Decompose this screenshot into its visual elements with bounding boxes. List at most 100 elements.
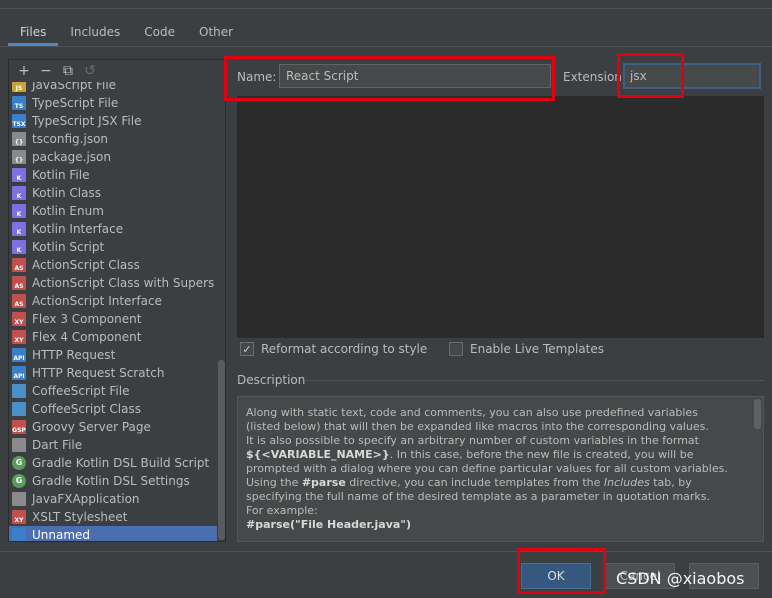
live-templates-label: Enable Live Templates bbox=[470, 342, 605, 356]
template-list-scrollbar[interactable] bbox=[218, 360, 225, 540]
template-item-label: Gradle Kotlin DSL Build Script bbox=[32, 456, 210, 470]
template-list[interactable]: JS JavaScript File TS TypeScript File TSX Typ… bbox=[9, 82, 225, 541]
desc-line: Along with static text, code and comment… bbox=[246, 406, 698, 419]
template-item[interactable]: K Kotlin Enum bbox=[9, 202, 217, 220]
tab-files[interactable]: Files bbox=[8, 20, 59, 46]
file-type-icon: AS bbox=[12, 258, 26, 272]
template-item[interactable]: TSX TypeScript JSX File bbox=[9, 112, 217, 130]
template-item[interactable]: XY Flex 4 Component bbox=[9, 328, 217, 346]
file-type-icon: K bbox=[12, 168, 26, 182]
reformat-checkbox[interactable]: ✓ bbox=[240, 342, 254, 356]
file-type-icon: API bbox=[12, 366, 26, 380]
template-item[interactable]: Unnamed bbox=[9, 526, 217, 541]
desc-line: (listed below) that will then be expande… bbox=[246, 420, 709, 433]
file-type-icon: JS bbox=[12, 82, 26, 92]
live-templates-checkbox[interactable] bbox=[449, 342, 463, 356]
file-type-icon bbox=[12, 402, 26, 416]
file-type-icon: TS bbox=[12, 96, 26, 110]
name-input[interactable] bbox=[279, 64, 551, 88]
reformat-label: Reformat according to style bbox=[261, 342, 428, 356]
file-type-icon bbox=[12, 438, 26, 452]
desc-line: prompted with a dialog where you can def… bbox=[246, 462, 728, 475]
template-item[interactable]: {} tsconfig.json bbox=[9, 130, 217, 148]
template-item[interactable]: XY XSLT Stylesheet bbox=[9, 508, 217, 526]
description-text: Along with static text, code and comment… bbox=[237, 396, 764, 542]
template-item-label: package.json bbox=[32, 150, 112, 164]
template-item[interactable]: JS JavaScript File bbox=[9, 82, 217, 94]
template-item-label: Kotlin File bbox=[32, 168, 90, 182]
template-item[interactable]: {} package.json bbox=[9, 148, 217, 166]
template-item[interactable]: JavaFXApplication bbox=[9, 490, 217, 508]
template-item[interactable]: AS ActionScript Class with Supers bbox=[9, 274, 217, 292]
reset-template-button[interactable]: ↺ bbox=[79, 61, 101, 81]
template-item[interactable]: CoffeeScript Class bbox=[9, 400, 217, 418]
file-type-icon: XY bbox=[12, 330, 26, 344]
template-item[interactable]: AS ActionScript Class bbox=[9, 256, 217, 274]
remove-template-button[interactable]: − bbox=[35, 61, 57, 81]
file-type-icon bbox=[12, 528, 26, 541]
template-toolbar: + − ⧉ ↺ bbox=[9, 60, 225, 82]
file-type-icon: AS bbox=[12, 276, 26, 290]
parse-directive: #parse bbox=[301, 476, 346, 489]
copy-template-button[interactable]: ⧉ bbox=[57, 61, 79, 81]
file-type-icon: GSP bbox=[12, 420, 26, 434]
add-template-button[interactable]: + bbox=[13, 61, 35, 81]
desc-line: specifying the full name of the desired … bbox=[246, 490, 711, 503]
template-item-label: Gradle Kotlin DSL Settings bbox=[32, 474, 190, 488]
desc-line: It is also possible to specify an arbitr… bbox=[246, 434, 699, 447]
template-item[interactable]: CoffeeScript File bbox=[9, 382, 217, 400]
file-type-icon bbox=[12, 492, 26, 506]
tab-code[interactable]: Code bbox=[132, 20, 187, 46]
template-item[interactable]: AS ActionScript Interface bbox=[9, 292, 217, 310]
template-item-label: ActionScript Interface bbox=[32, 294, 162, 308]
variable-syntax: ${<VARIABLE_NAME>} bbox=[246, 448, 390, 461]
description-heading: Description bbox=[237, 373, 306, 387]
tab-includes[interactable]: Includes bbox=[58, 20, 132, 46]
reformat-option[interactable]: ✓ Reformat according to style bbox=[240, 342, 427, 356]
template-item[interactable]: Dart File bbox=[9, 436, 217, 454]
ok-button[interactable]: OK bbox=[521, 563, 591, 589]
file-type-icon bbox=[12, 384, 26, 398]
template-list-panel: + − ⧉ ↺ JS JavaScript File TS TypeScript Fi… bbox=[8, 59, 226, 542]
template-item[interactable]: XY Flex 3 Component bbox=[9, 310, 217, 328]
file-type-icon: API bbox=[12, 348, 26, 362]
template-item-label: TypeScript JSX File bbox=[32, 114, 142, 128]
name-label: Name: bbox=[237, 70, 277, 84]
template-item[interactable]: GSP Groovy Server Page bbox=[9, 418, 217, 436]
file-type-icon: K bbox=[12, 204, 26, 218]
tab-other[interactable]: Other bbox=[187, 20, 245, 46]
template-tabs: Files Includes Code Other bbox=[8, 20, 245, 46]
template-code-editor[interactable] bbox=[237, 96, 764, 338]
template-item-label: Kotlin Interface bbox=[32, 222, 124, 236]
extension-input[interactable] bbox=[623, 63, 761, 89]
desc-line: For example: bbox=[246, 504, 318, 517]
desc-line: ${<VARIABLE_NAME>}. In this case, before… bbox=[246, 448, 694, 461]
extension-label: Extension: bbox=[563, 70, 626, 84]
template-item-label: Kotlin Enum bbox=[32, 204, 104, 218]
template-item[interactable]: K Kotlin Interface bbox=[9, 220, 217, 238]
desc-line: Using the #parse directive, you can incl… bbox=[246, 476, 692, 489]
template-item[interactable]: G Gradle Kotlin DSL Settings bbox=[9, 472, 217, 490]
description-separator bbox=[304, 380, 764, 381]
file-type-icon: G bbox=[12, 456, 26, 470]
top-separator bbox=[0, 8, 772, 9]
template-item-label: ActionScript Class bbox=[32, 258, 140, 272]
template-item[interactable]: K Kotlin Script bbox=[9, 238, 217, 256]
description-scrollbar[interactable] bbox=[754, 399, 761, 429]
template-item-label: TypeScript File bbox=[32, 96, 119, 110]
template-item-label: JavaScript File bbox=[32, 82, 117, 92]
template-item[interactable]: API HTTP Request Scratch bbox=[9, 364, 217, 382]
file-type-icon: {} bbox=[12, 132, 26, 146]
watermark-text: CSDN @xiaobos bbox=[616, 569, 745, 588]
file-type-icon: TSX bbox=[12, 114, 26, 128]
template-item[interactable]: K Kotlin Class bbox=[9, 184, 217, 202]
template-item[interactable]: G Gradle Kotlin DSL Build Script bbox=[9, 454, 217, 472]
desc-line: #parse("File Header.java") bbox=[246, 518, 733, 532]
template-item[interactable]: K Kotlin File bbox=[9, 166, 217, 184]
template-item-label: Kotlin Class bbox=[32, 186, 101, 200]
template-item[interactable]: TS TypeScript File bbox=[9, 94, 217, 112]
file-type-icon: K bbox=[12, 222, 26, 236]
file-type-icon: K bbox=[12, 240, 26, 254]
template-item[interactable]: API HTTP Request bbox=[9, 346, 217, 364]
live-templates-option[interactable]: Enable Live Templates bbox=[449, 342, 604, 356]
